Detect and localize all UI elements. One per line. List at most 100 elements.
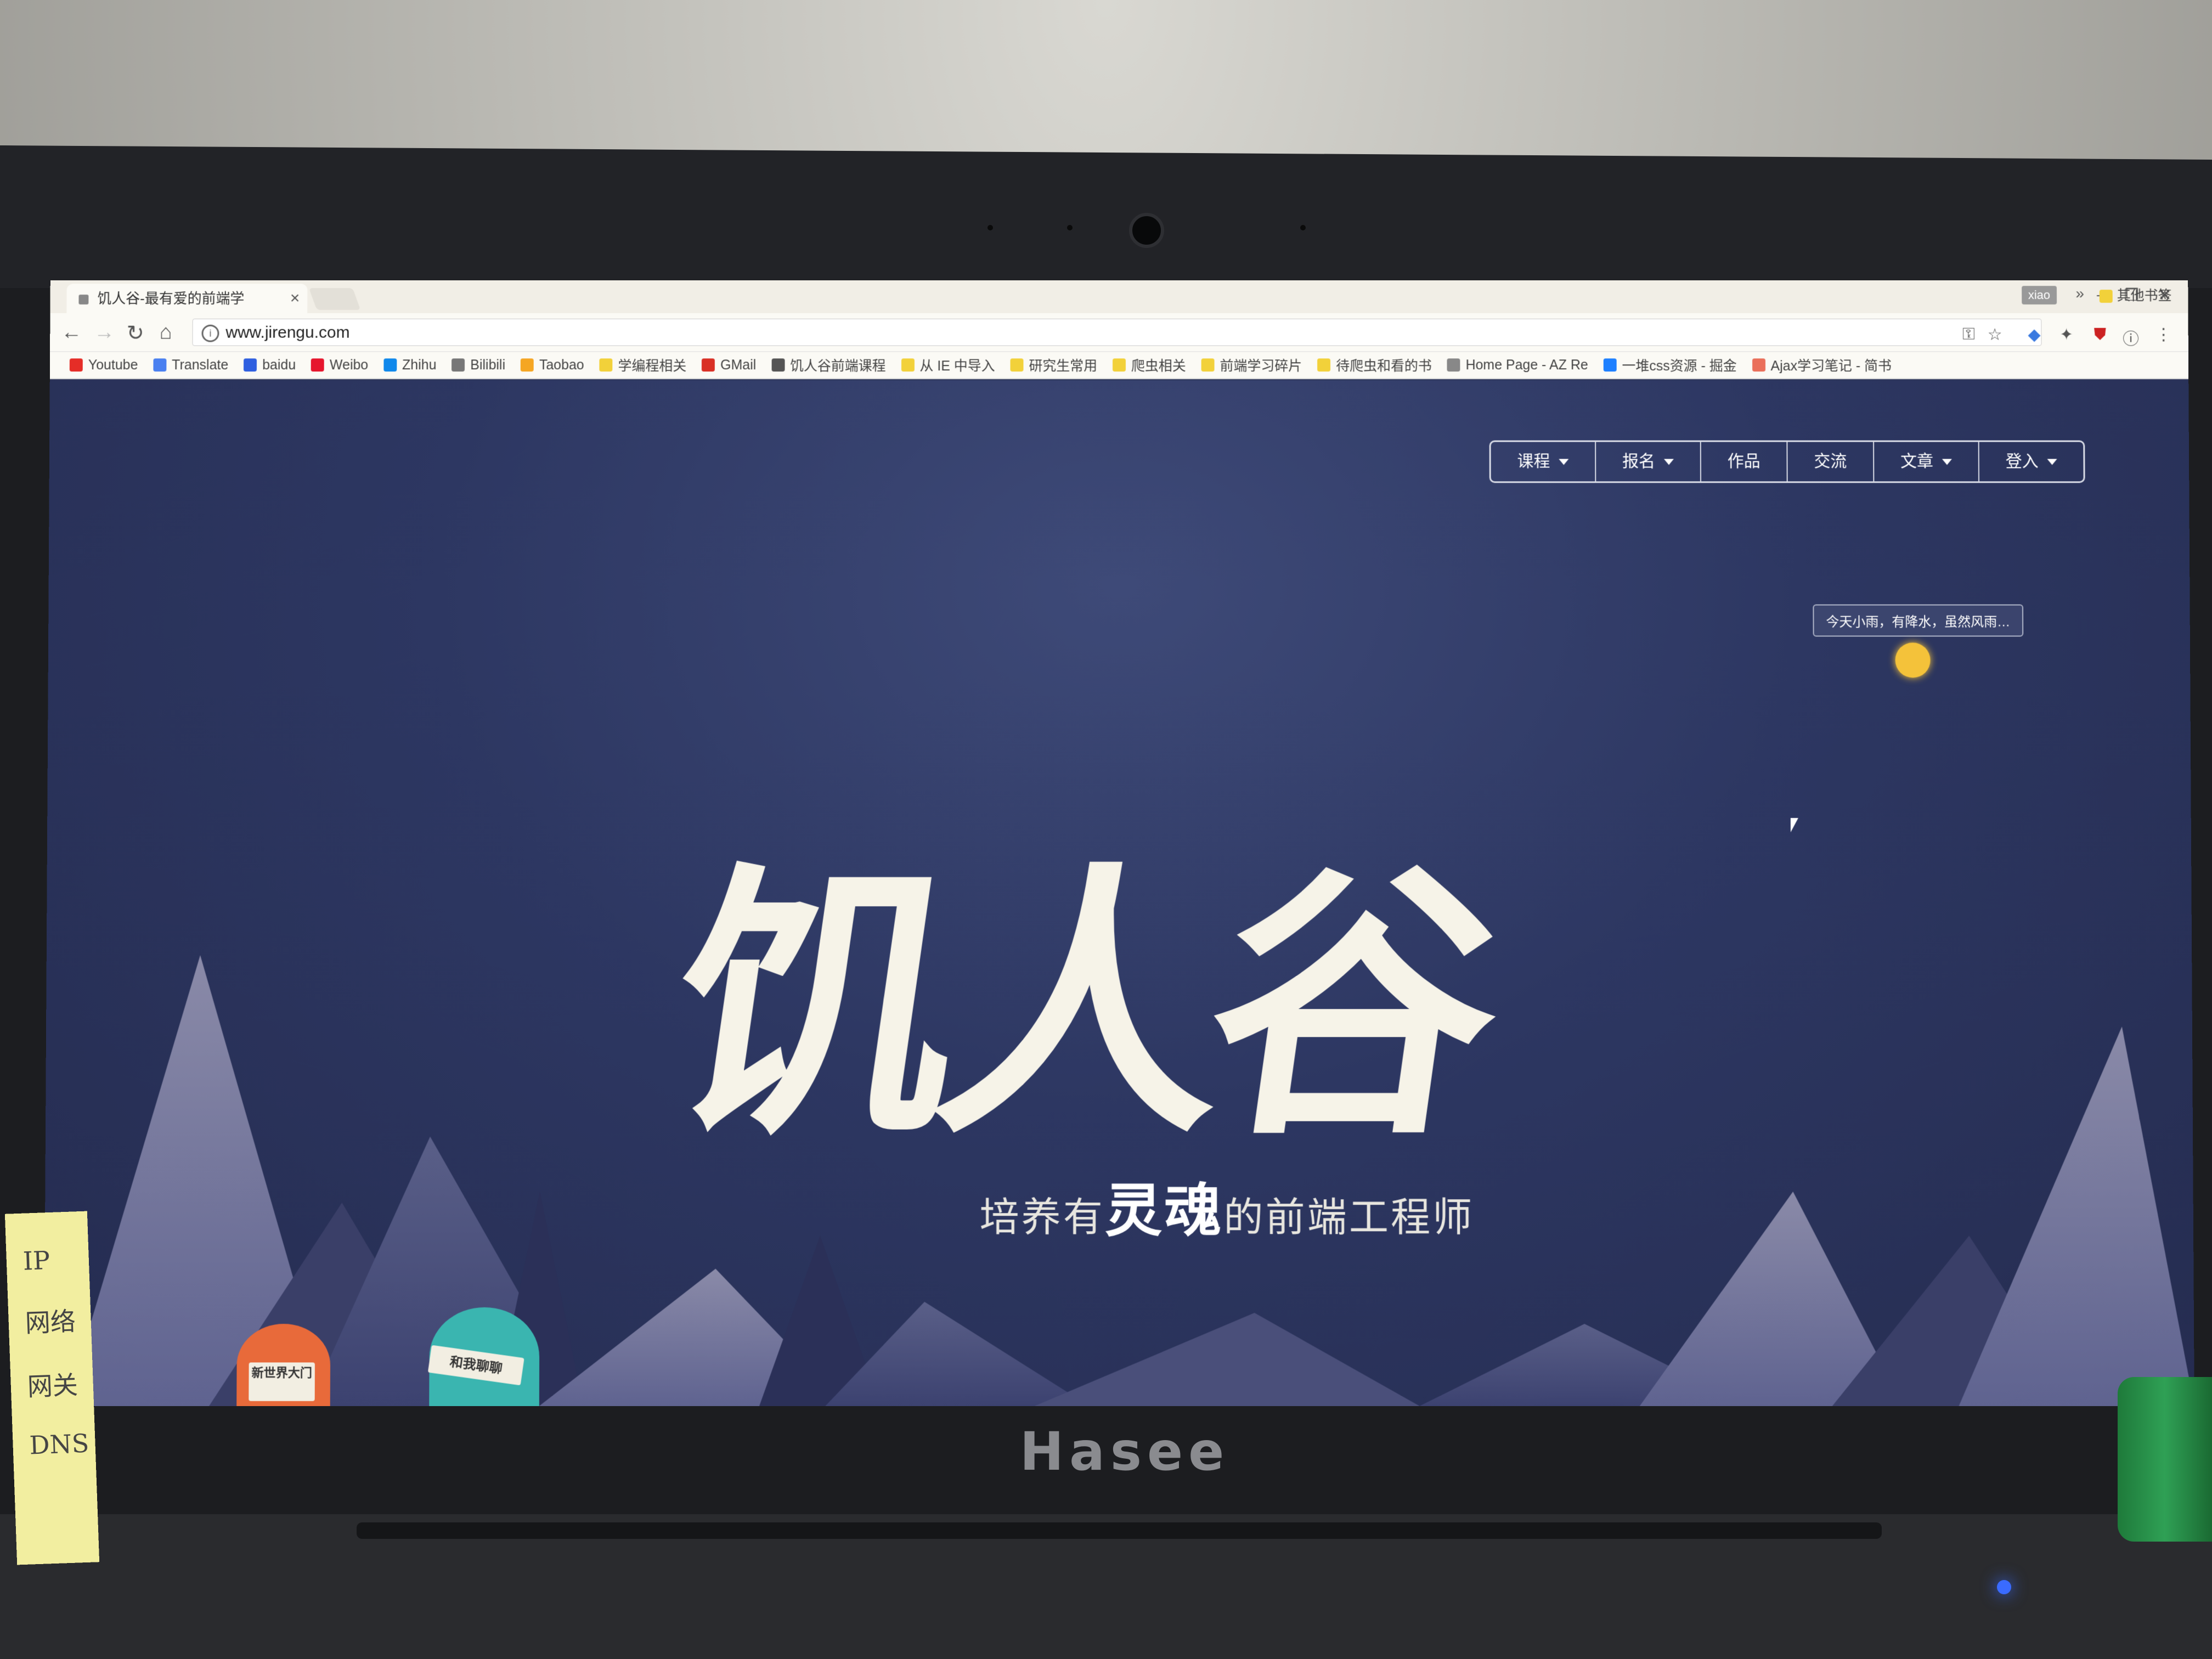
weather-bubble: 今天小雨，有降水，虽然风雨…: [1813, 604, 2024, 637]
juejin-icon: [1603, 358, 1617, 372]
nav-item-label: 交流: [1814, 452, 1847, 471]
bookmark-label: Youtube: [88, 357, 138, 373]
tagline-emphasis: 灵魂: [1104, 1177, 1224, 1245]
sticky-note-line: 网络: [24, 1306, 76, 1338]
laptop-screen: 饥人谷-最有爱的前端学 × xiao – ❐ ✕ ← → ↻ ⌂ i www.j…: [44, 280, 2194, 1406]
page-icon: [1447, 358, 1460, 372]
jianshu-icon: [1752, 358, 1765, 372]
extension-icon[interactable]: ⓘ: [2123, 325, 2139, 349]
nav-item[interactable]: 作品: [1701, 442, 1788, 482]
bookmark-item[interactable]: Youtube: [69, 357, 138, 373]
browser-tab-bar: 饥人谷-最有爱的前端学 × xiao – ❐ ✕: [50, 280, 2188, 313]
sensor-dot: [1067, 225, 1073, 230]
bookmark-label: Translate: [172, 357, 229, 373]
bookmark-label: Weibo: [329, 357, 369, 373]
weibo-icon: [311, 358, 325, 372]
screen-bezel: [0, 145, 2212, 288]
key-icon[interactable]: ⚿: [1962, 325, 1975, 344]
bookmark-item[interactable]: 从 IE 中导入: [901, 355, 995, 375]
bookmark-label: Taobao: [539, 357, 584, 373]
menu-icon[interactable]: ⋮: [2155, 325, 2172, 345]
bookmarks-bar: Youtube Translate baidu Weibo Zhihu Bilibili T…: [49, 352, 2189, 380]
bookmark-item[interactable]: Bilibili: [452, 357, 505, 373]
mouse-cursor-icon: [1790, 818, 1798, 833]
forward-icon[interactable]: →: [94, 321, 115, 345]
caret-down-icon: [2047, 459, 2057, 465]
bookmarks-overflow-icon[interactable]: »: [2075, 285, 2084, 302]
taobao-icon: [520, 358, 534, 372]
main-nav: 课程 报名 作品 交流 文章 登入: [1489, 440, 2085, 483]
bookmark-item[interactable]: 研究生常用: [1010, 355, 1098, 375]
bookmark-label: 待爬虫和看的书: [1336, 358, 1432, 374]
bookmark-item[interactable]: Zhihu: [383, 357, 437, 373]
jirengu-icon: [771, 358, 785, 372]
address-bar[interactable]: i www.jirengu.com: [192, 318, 2042, 346]
other-bookmarks-label: 其他书签: [2117, 288, 2172, 303]
green-can: [2118, 1377, 2212, 1542]
bookmark-label: 前端学习碎片: [1220, 358, 1302, 374]
bookmark-item[interactable]: Translate: [153, 357, 228, 373]
nav-item-label: 登入: [2005, 452, 2039, 471]
nav-item[interactable]: 登入: [1979, 442, 2084, 482]
extension-icon[interactable]: ✦: [2059, 325, 2073, 345]
bookmark-item[interactable]: Taobao: [520, 357, 584, 373]
webcam: [1129, 213, 1164, 248]
sticky-note-line: 网关: [26, 1370, 78, 1402]
new-tab-button[interactable]: [309, 288, 361, 310]
gmail-icon: [702, 358, 715, 372]
folder-icon: [2099, 290, 2113, 303]
bookmark-item[interactable]: Home Page - AZ Re: [1447, 357, 1588, 373]
nav-item[interactable]: 文章: [1874, 442, 1979, 482]
close-tab-icon[interactable]: ×: [290, 284, 300, 313]
tab-favicon-icon: [78, 295, 89, 304]
site-info-icon[interactable]: i: [201, 324, 219, 342]
bookmark-item[interactable]: 待爬虫和看的书: [1317, 355, 1432, 375]
tagline-post: 的前端工程师: [1223, 1194, 1475, 1240]
bookmark-item[interactable]: GMail: [702, 357, 756, 373]
nav-item[interactable]: 课程: [1491, 442, 1596, 482]
mascot-left-sign[interactable]: 新世界大门: [249, 1362, 315, 1401]
bookmark-label: 爬虫相关: [1131, 358, 1186, 374]
folder-icon: [1317, 358, 1331, 372]
profile-badge[interactable]: xiao: [2021, 286, 2057, 304]
folder-icon: [901, 358, 915, 372]
bookmark-label: Ajax学习笔记 - 简书: [1770, 358, 1892, 374]
webpage: 课程 报名 作品 交流 文章 登入 今天小雨，有降水，虽然风雨… 饥人谷 培养有灵魂的前端…: [44, 380, 2194, 1406]
bookmark-label: Zhihu: [402, 357, 437, 373]
bookmark-label: Bilibili: [470, 357, 506, 373]
back-icon[interactable]: ←: [61, 321, 82, 345]
home-icon[interactable]: ⌂: [160, 321, 172, 345]
sensor-dot: [988, 225, 993, 230]
folder-icon: [599, 358, 613, 372]
browser-tab[interactable]: 饥人谷-最有爱的前端学 ×: [66, 284, 308, 313]
reload-icon[interactable]: ↻: [127, 321, 144, 346]
bookmark-item[interactable]: 一堆css资源 - 掘金: [1603, 355, 1737, 375]
zhihu-icon: [383, 358, 397, 372]
bookmark-item[interactable]: 前端学习碎片: [1201, 355, 1302, 375]
bookmark-star-icon[interactable]: ☆: [1988, 325, 2002, 345]
bookmark-label: 饥人谷前端课程: [790, 358, 886, 374]
ublock-icon[interactable]: ⛊: [2094, 325, 2107, 344]
nav-item[interactable]: 交流: [1787, 442, 1875, 482]
nav-item[interactable]: 报名: [1596, 442, 1701, 482]
translate-icon: [153, 358, 167, 372]
bookmark-item[interactable]: Ajax学习笔记 - 简书: [1752, 355, 1892, 375]
bookmark-item[interactable]: 学编程相关: [599, 355, 687, 375]
bookmark-item[interactable]: baidu: [244, 357, 296, 373]
bookmark-item[interactable]: 爬虫相关: [1113, 355, 1186, 375]
extension-icon[interactable]: ◆: [2028, 325, 2040, 345]
folder-icon: [1201, 358, 1215, 372]
bookmark-label: 从 IE 中导入: [919, 358, 995, 374]
sticky-note-line: IP: [22, 1245, 50, 1276]
bookmark-item[interactable]: Weibo: [311, 357, 368, 373]
bookmark-item[interactable]: 饥人谷前端课程: [771, 355, 886, 375]
folder-icon: [1010, 358, 1024, 372]
bookmark-label: 学编程相关: [618, 358, 687, 374]
other-bookmarks[interactable]: 其他书签: [2099, 285, 2172, 304]
sun-mascot-icon[interactable]: [1895, 642, 1931, 678]
bookmark-label: 一堆css资源 - 掘金: [1622, 358, 1737, 374]
tab-title: 饥人谷-最有爱的前端学: [97, 290, 245, 307]
bookmark-label: baidu: [262, 357, 296, 373]
brand-logo: 饥人谷: [650, 837, 1505, 1173]
sensor-dot: [1300, 225, 1306, 230]
